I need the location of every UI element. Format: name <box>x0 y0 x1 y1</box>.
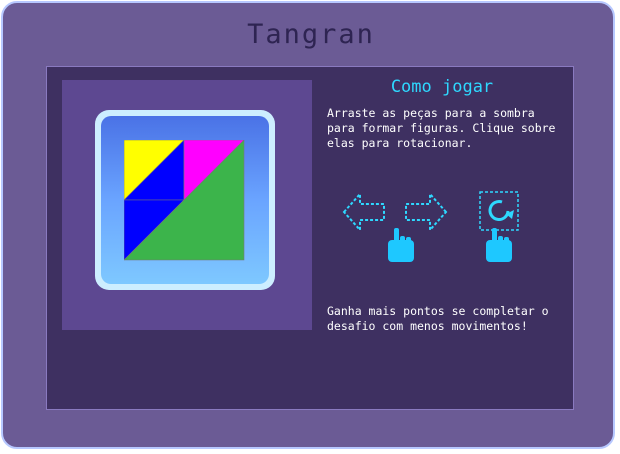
help-scoring: Ganha mais pontos se completar o desafio… <box>327 304 549 333</box>
rotate-icon <box>479 191 519 231</box>
controls-illustration <box>342 191 519 262</box>
tangram-pieces <box>124 140 245 261</box>
arrow-right-icon <box>405 191 448 233</box>
help-heading: Como jogar <box>390 77 494 97</box>
help-instructions: Arraste as peças para a sombra para form… <box>327 106 556 150</box>
arrow-left-icon <box>342 191 385 233</box>
game-title: Tangran <box>247 19 375 50</box>
pointing-hand-icon <box>388 228 414 262</box>
pointing-hand-icon <box>486 228 512 262</box>
